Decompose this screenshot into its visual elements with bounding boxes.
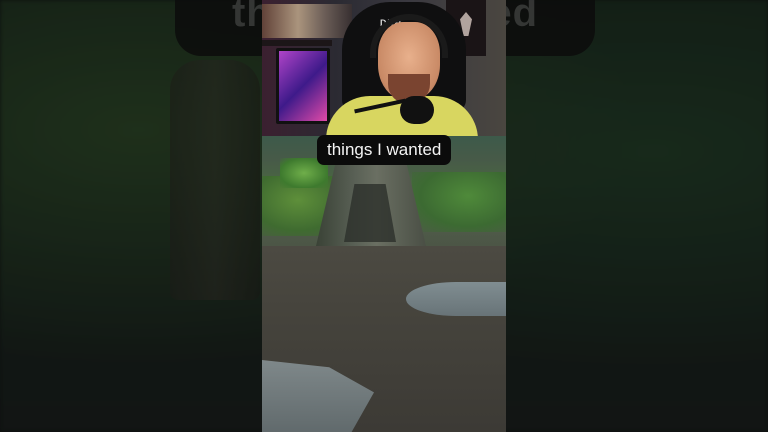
grass-right — [412, 172, 506, 232]
short-video-frame[interactable]: DXR — [262, 0, 506, 432]
water-puddle — [406, 282, 506, 316]
streamer-webcam: DXR — [262, 0, 506, 140]
gameplay-view — [262, 136, 506, 432]
microphone-icon — [400, 96, 434, 124]
shelf — [262, 40, 332, 46]
wall-frames — [262, 4, 352, 38]
subtitle-caption: things I wanted — [317, 135, 452, 165]
background-monitor — [276, 48, 330, 124]
